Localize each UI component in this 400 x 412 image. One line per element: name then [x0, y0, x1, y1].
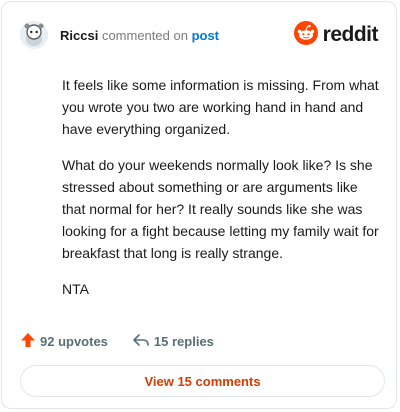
byline: Riccsi commented on post: [60, 28, 219, 43]
upvote-button[interactable]: 92 upvotes: [20, 332, 108, 351]
view-comments-button[interactable]: View 15 comments: [20, 365, 385, 397]
upvote-count: 92 upvotes: [40, 333, 108, 349]
comment-body: It feels like some information is missin…: [62, 74, 380, 314]
comment-paragraph: It feels like some information is missin…: [62, 77, 379, 137]
reply-count: 15 replies: [153, 333, 214, 349]
comment-header: Riccsi commented on post reddit: [20, 20, 379, 50]
comment-card: Riccsi commented on post reddit It feels…: [1, 1, 397, 409]
upvote-arrow-icon: [20, 332, 40, 351]
reply-button[interactable]: 15 replies: [132, 332, 214, 351]
reddit-logo-icon: [293, 20, 318, 50]
action-text: commented on: [101, 27, 188, 43]
comment-paragraph: NTA: [62, 281, 89, 297]
post-link[interactable]: post: [192, 28, 219, 43]
reddit-brand[interactable]: reddit: [293, 20, 379, 50]
comment-paragraph: What do your weekends normally look like…: [62, 157, 379, 261]
brand-wordmark: reddit: [322, 23, 379, 46]
snoo-avatar-icon[interactable]: [20, 21, 48, 49]
comment-actions: 92 upvotes 15 replies: [20, 331, 238, 351]
reply-arrow-icon: [132, 332, 154, 351]
username[interactable]: Riccsi: [60, 28, 98, 43]
